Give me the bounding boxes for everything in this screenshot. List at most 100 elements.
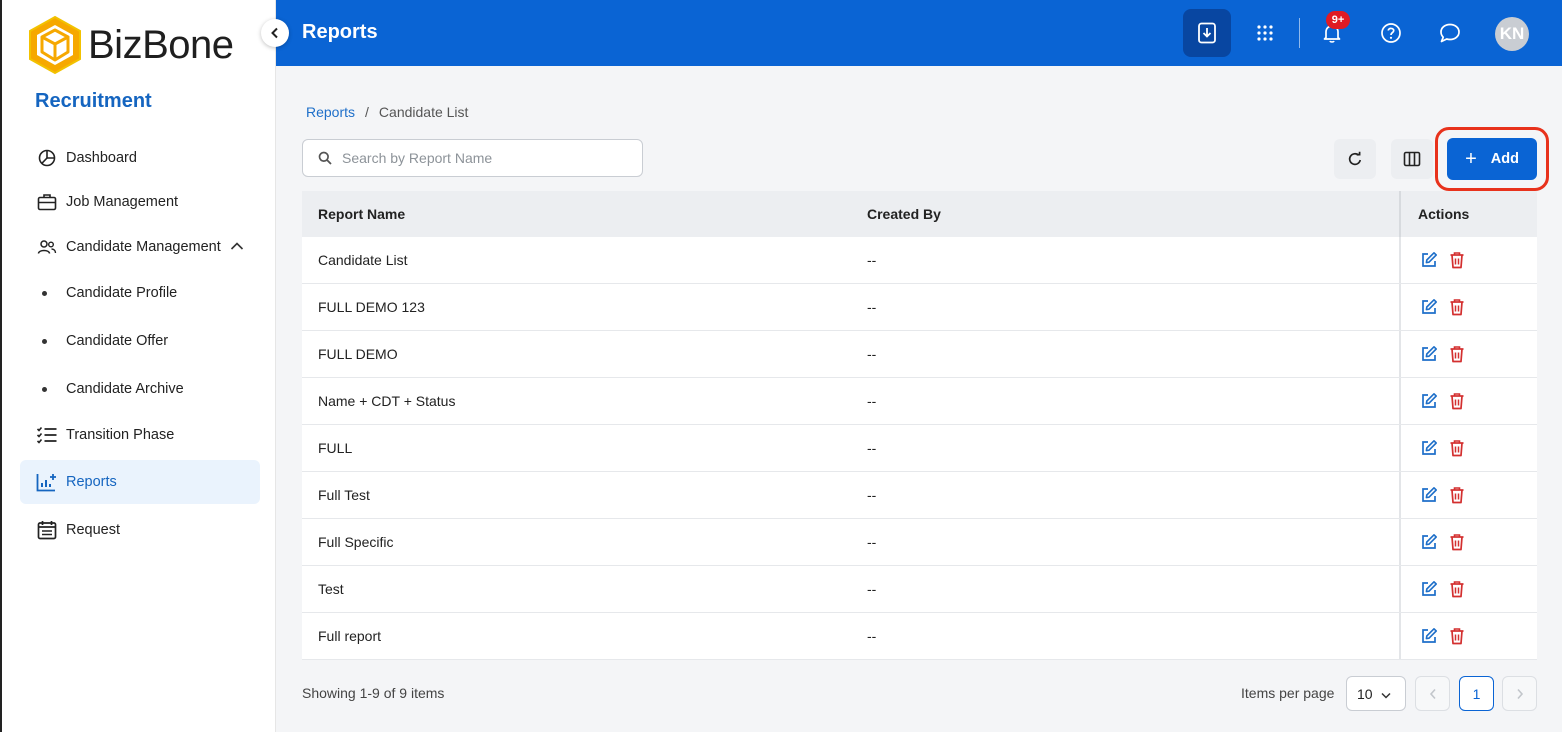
edit-icon[interactable] [1418, 625, 1440, 647]
column-header-created-by[interactable]: Created By [867, 206, 941, 222]
next-page-button[interactable] [1502, 676, 1537, 711]
sidebar-item-request[interactable]: Request [20, 508, 260, 552]
actions-cell [1399, 378, 1537, 424]
bullet-icon [42, 386, 47, 392]
table-row[interactable]: Full Test -- [302, 472, 1537, 519]
plus-icon: + [1465, 148, 1477, 170]
search-icon [318, 151, 332, 165]
table-row[interactable]: Candidate List -- [302, 237, 1537, 284]
users-icon [36, 236, 58, 258]
sidebar-collapse-button[interactable] [261, 19, 289, 47]
logo-text: BizBone [88, 22, 234, 67]
sidebar-item-label: Transition Phase [66, 427, 175, 443]
sidebar-item-label: Candidate Management [66, 239, 221, 255]
sidebar-item-label: Reports [66, 474, 117, 490]
download-report-button[interactable] [1183, 9, 1231, 57]
table-row[interactable]: Test -- [302, 566, 1537, 613]
prev-page-button[interactable] [1415, 676, 1450, 711]
created-by-cell: -- [867, 581, 877, 597]
edit-icon[interactable] [1418, 249, 1440, 271]
edit-icon[interactable] [1418, 437, 1440, 459]
table-row[interactable]: Full Specific -- [302, 519, 1537, 566]
items-per-page-value: 10 [1357, 685, 1373, 702]
bullet-icon [42, 338, 47, 344]
sidebar-item-reports[interactable]: Reports [20, 460, 260, 504]
delete-icon[interactable] [1446, 578, 1468, 600]
sidebar-item-candidate-management[interactable]: Candidate Management [20, 225, 260, 269]
chat-bubble-icon [1440, 23, 1460, 43]
report-name-cell: Candidate List [318, 252, 408, 268]
created-by-cell: -- [867, 252, 877, 268]
edit-icon[interactable] [1418, 484, 1440, 506]
report-name-cell: Test [318, 581, 344, 597]
report-chart-icon [36, 471, 58, 493]
search-box[interactable] [302, 139, 643, 177]
delete-icon[interactable] [1446, 296, 1468, 318]
actions-cell [1399, 519, 1537, 565]
actions-cell [1399, 613, 1537, 659]
sidebar-item-label: Job Management [66, 194, 179, 210]
file-download-icon [1198, 22, 1216, 44]
edit-icon[interactable] [1418, 390, 1440, 412]
chevron-up-icon[interactable] [230, 239, 244, 255]
delete-icon[interactable] [1446, 484, 1468, 506]
search-input[interactable] [342, 150, 622, 166]
sidebar-item-candidate-archive[interactable]: Candidate Archive [20, 367, 260, 411]
delete-icon[interactable] [1446, 343, 1468, 365]
table-body: Candidate List -- FULL DEMO 123 -- FULL DEMO… [302, 237, 1537, 660]
sidebar-item-label: Candidate Archive [66, 381, 184, 397]
edit-icon[interactable] [1418, 578, 1440, 600]
notification-badge: 9+ [1326, 11, 1350, 29]
sidebar-item-candidate-profile[interactable]: Candidate Profile [20, 271, 260, 315]
chat-button[interactable] [1426, 9, 1474, 57]
actions-cell [1399, 331, 1537, 377]
sidebar-item-transition-phase[interactable]: Transition Phase [20, 413, 260, 457]
pie-chart-icon [36, 147, 58, 169]
created-by-cell: -- [867, 628, 877, 644]
delete-icon[interactable] [1446, 437, 1468, 459]
logo-cube-icon [29, 15, 81, 75]
actions-cell [1399, 237, 1537, 283]
created-by-cell: -- [867, 299, 877, 315]
table-row[interactable]: FULL DEMO -- [302, 331, 1537, 378]
edit-icon[interactable] [1418, 343, 1440, 365]
actions-cell [1399, 284, 1537, 330]
delete-icon[interactable] [1446, 625, 1468, 647]
created-by-cell: -- [867, 487, 877, 503]
page-button[interactable]: 1 [1459, 676, 1494, 711]
sidebar-item-label: Candidate Offer [66, 333, 169, 349]
delete-icon[interactable] [1446, 249, 1468, 271]
refresh-button[interactable] [1334, 139, 1376, 179]
edit-icon[interactable] [1418, 296, 1440, 318]
column-header-report-name[interactable]: Report Name [318, 206, 405, 222]
sidebar-item-candidate-offer[interactable]: Candidate Offer [20, 319, 260, 363]
user-avatar[interactable]: KN [1495, 17, 1529, 51]
sidebar-item-dashboard[interactable]: Dashboard [20, 136, 260, 180]
bullet-icon [42, 290, 47, 296]
sidebar-item-label: Dashboard [66, 150, 137, 166]
sidebar-item-job-management[interactable]: Job Management [20, 180, 260, 224]
created-by-cell: -- [867, 440, 877, 456]
help-button[interactable] [1367, 9, 1415, 57]
sidebar-item-label: Request [66, 522, 121, 538]
breadcrumb-current: Candidate List [378, 104, 469, 120]
delete-icon[interactable] [1446, 531, 1468, 553]
table-row[interactable]: FULL DEMO 123 -- [302, 284, 1537, 331]
report-name-cell: FULL DEMO [318, 346, 398, 362]
apps-grid-button[interactable] [1241, 9, 1289, 57]
table-row[interactable]: FULL -- [302, 425, 1537, 472]
add-button[interactable]: + Add [1447, 138, 1537, 180]
delete-icon[interactable] [1446, 390, 1468, 412]
columns-button[interactable] [1391, 139, 1433, 179]
actions-cell [1399, 472, 1537, 518]
table-row[interactable]: Full report -- [302, 613, 1537, 660]
items-per-page-select[interactable]: 10 [1346, 676, 1406, 711]
module-title: Recruitment [35, 90, 152, 112]
edit-icon[interactable] [1418, 531, 1440, 553]
refresh-icon [1348, 151, 1362, 166]
breadcrumb-link-reports[interactable]: Reports [306, 104, 355, 120]
table-row[interactable]: Name + CDT + Status -- [302, 378, 1537, 425]
actions-label: Actions [1418, 206, 1470, 222]
checklist-icon [36, 424, 58, 446]
top-header: Reports 9+ KN [276, 0, 1562, 66]
